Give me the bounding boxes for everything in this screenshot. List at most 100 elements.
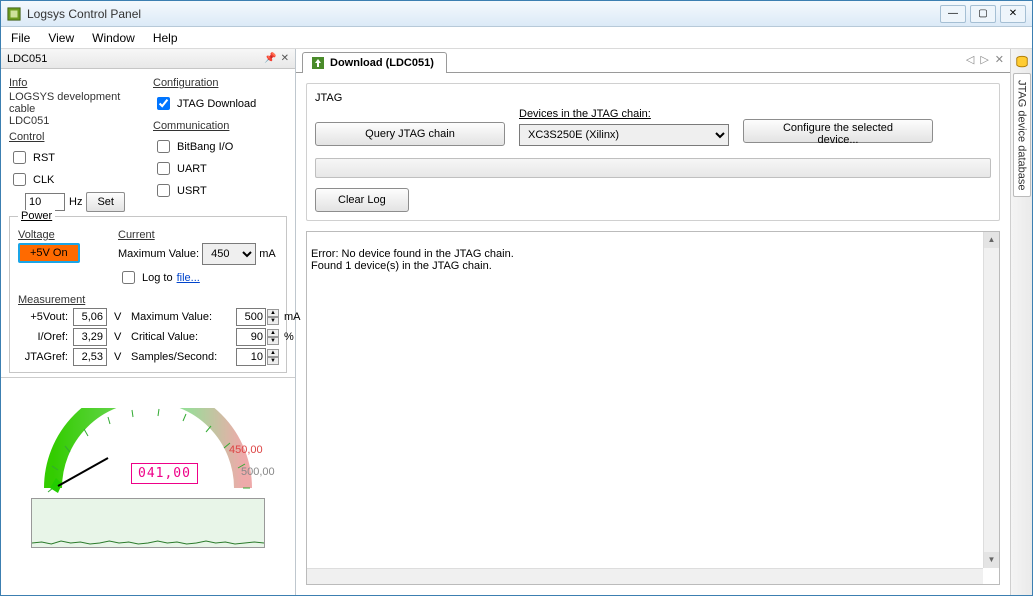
log-checkbox[interactable] <box>122 271 135 284</box>
query-jtag-button[interactable]: Query JTAG chain <box>315 122 505 146</box>
meas-jtagref-param: Samples/Second: <box>131 351 231 363</box>
meas-ioref-name: I/Oref: <box>18 331 68 343</box>
freq-unit: Hz <box>69 196 82 208</box>
window-title: Logsys Control Panel <box>27 7 940 21</box>
gauge-max-mark: 450,00 <box>229 444 263 456</box>
power-group: Power Voltage +5V On Current Maximum Val… <box>9 216 287 373</box>
info-label: Info <box>9 77 27 89</box>
info-line1: LOGSYS development cable <box>9 91 120 115</box>
current-label: Current <box>118 229 155 241</box>
download-area: JTAG Query JTAG chain Devices in the JTA… <box>296 73 1010 231</box>
menu-file[interactable]: File <box>11 31 30 45</box>
log-content: Error: No device found in the JTAG chain… <box>311 248 514 272</box>
log-textarea[interactable]: Error: No device found in the JTAG chain… <box>306 231 1000 585</box>
horizontal-scrollbar[interactable] <box>307 568 983 584</box>
main-area: LDC051 📌 ✕ Info LOGSYS development cable… <box>1 49 1032 595</box>
measurement-label: Measurement <box>18 294 85 306</box>
right-panel: Download (LDC051) ◁ ▷ ✕ JTAG Query JTAG … <box>296 49 1032 595</box>
set-button[interactable]: Set <box>86 192 125 212</box>
maximize-button[interactable]: ▢ <box>970 5 996 23</box>
uart-checkbox[interactable] <box>157 162 170 175</box>
current-max-select[interactable]: 450 <box>202 243 256 265</box>
meas-5vout-value[interactable] <box>73 308 107 326</box>
minimize-button[interactable]: — <box>940 5 966 23</box>
meas-ioref-value[interactable] <box>73 328 107 346</box>
configure-device-button[interactable]: Configure the selected device... <box>743 119 933 143</box>
left-panel-title: LDC051 <box>7 53 47 65</box>
right-main: Download (LDC051) ◁ ▷ ✕ JTAG Query JTAG … <box>296 49 1010 595</box>
clk-label: CLK <box>33 174 54 186</box>
tab-prev-icon[interactable]: ◁ <box>966 53 974 66</box>
info-line2: LDC051 <box>9 115 49 127</box>
meas-jtagref-unit: V <box>114 351 126 363</box>
app-window: Logsys Control Panel — ▢ ✕ File View Win… <box>0 0 1033 596</box>
clear-log-button[interactable]: Clear Log <box>315 188 409 212</box>
download-icon <box>311 56 325 70</box>
scroll-up-icon[interactable]: ▲ <box>984 232 999 248</box>
side-dock: JTAG device database <box>1010 49 1032 595</box>
meas-jtagref-name: JTAGref: <box>18 351 68 363</box>
config-label: Configuration <box>153 77 218 89</box>
log-to-label: Log to <box>142 272 173 284</box>
comm-label: Communication <box>153 120 229 132</box>
devices-label: Devices in the JTAG chain: <box>519 108 729 120</box>
devices-select[interactable]: XC3S250E (Xilinx) <box>519 124 729 146</box>
samples-spin[interactable] <box>236 348 266 366</box>
control-label: Control <box>9 131 44 143</box>
menu-view[interactable]: View <box>48 31 74 45</box>
bitbang-checkbox[interactable] <box>157 140 170 153</box>
tab-download[interactable]: Download (LDC051) <box>302 52 447 73</box>
meas-ioref-unit: V <box>114 331 126 343</box>
strip-chart <box>31 498 265 548</box>
usrt-checkbox[interactable] <box>157 184 170 197</box>
rst-label: RST <box>33 152 55 164</box>
max-value-spin[interactable] <box>236 308 266 326</box>
meas-5vout-unit: V <box>114 311 126 323</box>
spin-down-icon[interactable]: ▼ <box>267 357 279 365</box>
log-file-link[interactable]: file... <box>177 272 200 284</box>
freq-input[interactable] <box>25 193 65 211</box>
vertical-scrollbar[interactable]: ▲▼ <box>983 232 999 568</box>
jtag-download-label: JTAG Download <box>177 98 256 110</box>
progress-bar <box>315 158 991 178</box>
titlebar: Logsys Control Panel — ▢ ✕ <box>1 1 1032 27</box>
current-unit: mA <box>259 248 276 260</box>
jtag-group: JTAG Query JTAG chain Devices in the JTA… <box>306 83 1000 221</box>
left-panel: LDC051 📌 ✕ Info LOGSYS development cable… <box>1 49 296 595</box>
spin-down-icon[interactable]: ▼ <box>267 337 279 345</box>
pin-icon[interactable]: 📌 <box>264 53 276 64</box>
uart-label: UART <box>177 163 207 175</box>
clk-checkbox[interactable] <box>13 173 26 186</box>
meas-jtagref-value[interactable] <box>73 348 107 366</box>
spin-up-icon[interactable]: ▲ <box>267 329 279 337</box>
database-icon <box>1015 55 1029 69</box>
panel-close-button[interactable]: ✕ <box>281 53 289 64</box>
jtag-download-checkbox[interactable] <box>157 97 170 110</box>
gauge-panel: 041,00 450,00 500,00 <box>1 377 295 595</box>
tab-download-label: Download (LDC051) <box>330 57 434 69</box>
crit-value-spin[interactable] <box>236 328 266 346</box>
dock-tab-jtag-db[interactable]: JTAG device database <box>1013 73 1031 197</box>
measurement-grid: +5Vout: V Maximum Value: ▲▼ mA I/Oref: V… <box>18 308 278 366</box>
gauge-full-mark: 500,00 <box>241 466 275 478</box>
meas-ioref-param: Critical Value: <box>131 331 231 343</box>
jtag-box-label: JTAG <box>315 92 342 104</box>
spin-up-icon[interactable]: ▲ <box>267 309 279 317</box>
tab-strip: Download (LDC051) ◁ ▷ ✕ <box>296 49 1010 73</box>
scroll-down-icon[interactable]: ▼ <box>984 552 999 568</box>
spin-down-icon[interactable]: ▼ <box>267 317 279 325</box>
meas-5vout-param: Maximum Value: <box>131 311 231 323</box>
menu-help[interactable]: Help <box>153 31 178 45</box>
menu-window[interactable]: Window <box>92 31 135 45</box>
close-button[interactable]: ✕ <box>1000 5 1026 23</box>
current-max-label: Maximum Value: <box>118 248 199 260</box>
spin-up-icon[interactable]: ▲ <box>267 349 279 357</box>
menubar: File View Window Help <box>1 27 1032 49</box>
voltage-5v-button[interactable]: +5V On <box>18 243 80 263</box>
usrt-label: USRT <box>177 185 207 197</box>
rst-checkbox[interactable] <box>13 151 26 164</box>
meas-5vout-name: +5Vout: <box>18 311 68 323</box>
voltage-label: Voltage <box>18 229 55 241</box>
tab-next-icon[interactable]: ▷ <box>980 53 988 66</box>
tab-close-icon[interactable]: ✕ <box>995 53 1004 66</box>
